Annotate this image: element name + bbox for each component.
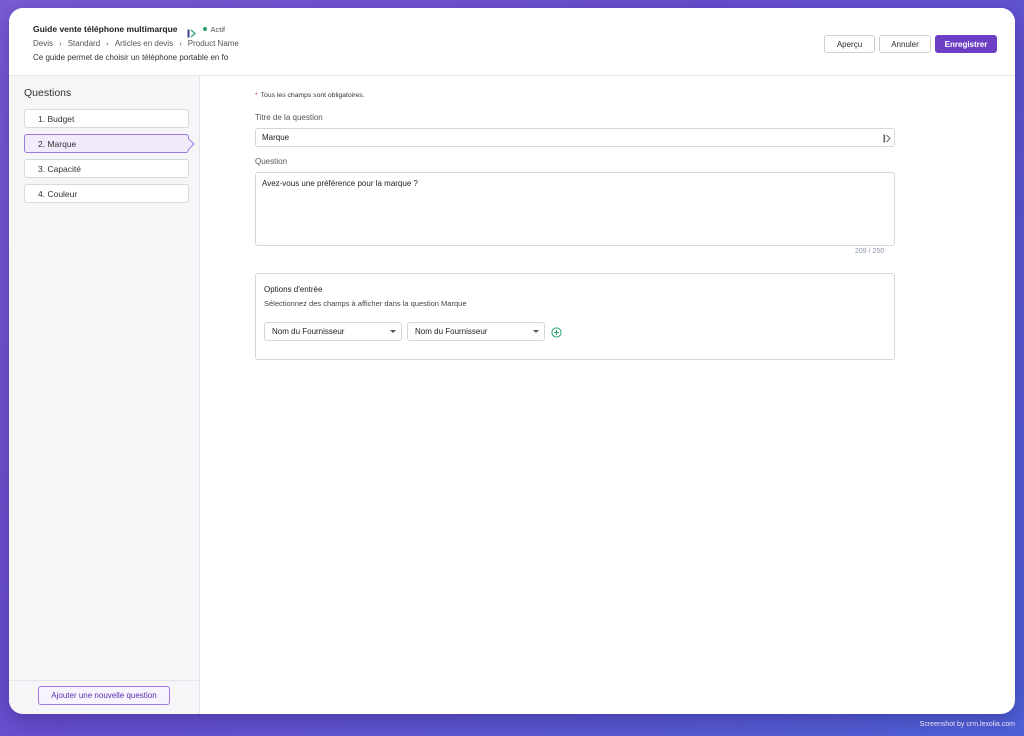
save-button[interactable]: Enregistrer: [935, 35, 997, 53]
cancel-button[interactable]: Annuler: [879, 35, 931, 53]
question-editor: * Tous les champs sont obligatoires. Titr…: [201, 76, 1015, 714]
status-label: Actif: [210, 24, 226, 34]
chevron-down-icon: [533, 330, 539, 333]
question-textarea[interactable]: Avez-vous une préférence pour la marque …: [255, 172, 895, 246]
breadcrumb-item-devis[interactable]: Devis: [33, 39, 53, 48]
plus-circle-icon[interactable]: [551, 325, 562, 338]
flow-icon[interactable]: [883, 134, 891, 143]
sidebar-item-marque[interactable]: 2. Marque: [24, 134, 189, 153]
field-select-1[interactable]: Nom du Fournisseur: [264, 322, 402, 341]
field-select-value: Nom du Fournisseur: [415, 327, 488, 336]
chevron-right-icon: ›: [59, 39, 62, 48]
character-counter: 209 / 250: [855, 248, 885, 255]
question-label: Question: [255, 157, 288, 166]
sidebar-item-label: 4. Couleur: [38, 188, 78, 199]
preview-button[interactable]: Aperçu: [824, 35, 875, 53]
question-title-input[interactable]: Marque: [255, 128, 895, 147]
chevron-down-icon: [390, 330, 396, 333]
add-question-button[interactable]: Ajouter une nouvelle question: [38, 686, 170, 705]
chevron-right-icon: ›: [106, 39, 109, 48]
sidebar-footer: Ajouter une nouvelle question: [9, 680, 199, 714]
sidebar-title: Questions: [24, 87, 72, 99]
page-header: Guide vente téléphone multimarque Actif …: [9, 8, 1015, 76]
sidebar-item-couleur[interactable]: 4. Couleur: [24, 184, 189, 203]
field-select-2[interactable]: Nom du Fournisseur: [407, 322, 545, 341]
app-window: Guide vente téléphone multimarque Actif …: [9, 8, 1015, 714]
screenshot-watermark: Screenshot by crm.lexolia.com: [919, 721, 1015, 728]
chevron-right-icon: ›: [179, 39, 182, 48]
required-note-text: Tous les champs sont obligatoires.: [260, 92, 365, 99]
status-dot: [202, 27, 207, 31]
breadcrumb-item-product[interactable]: Product Name: [188, 39, 239, 48]
status-badge: Actif: [202, 24, 226, 34]
flow-icon[interactable]: [187, 25, 196, 37]
breadcrumb-item-articles[interactable]: Articles en devis: [115, 39, 173, 48]
input-options-panel: Options d'entrée Sélectionnez des champs…: [255, 273, 895, 360]
title-label: Titre de la question: [255, 113, 323, 122]
sidebar-item-label: 2. Marque: [38, 138, 77, 149]
required-note: * Tous les champs sont obligatoires.: [255, 92, 365, 99]
question-text: Avez-vous une préférence pour la marque …: [262, 179, 418, 188]
page-subtitle: Ce guide permet de choisir un téléphone …: [33, 53, 229, 62]
options-description: Sélectionnez des champs à afficher dans …: [264, 299, 467, 308]
breadcrumb: Devis › Standard › Articles en devis › P…: [33, 39, 239, 48]
sidebar-item-capacite[interactable]: 3. Capacité: [24, 159, 189, 178]
page-title: Guide vente téléphone multimarque: [33, 24, 178, 34]
title-row: Guide vente téléphone multimarque Actif: [33, 24, 226, 37]
field-select-value: Nom du Fournisseur: [272, 327, 345, 336]
options-title: Options d'entrée: [264, 285, 323, 294]
sidebar-item-label: 3. Capacité: [38, 163, 81, 174]
question-title-value: Marque: [262, 133, 290, 142]
breadcrumb-item-standard[interactable]: Standard: [68, 39, 100, 48]
asterisk-icon: *: [255, 92, 258, 99]
sidebar-item-label: 1. Budget: [38, 113, 75, 124]
sidebar-item-budget[interactable]: 1. Budget: [24, 109, 189, 128]
questions-sidebar: Questions 1. Budget 2. Marque 3. Capacit…: [9, 76, 200, 714]
